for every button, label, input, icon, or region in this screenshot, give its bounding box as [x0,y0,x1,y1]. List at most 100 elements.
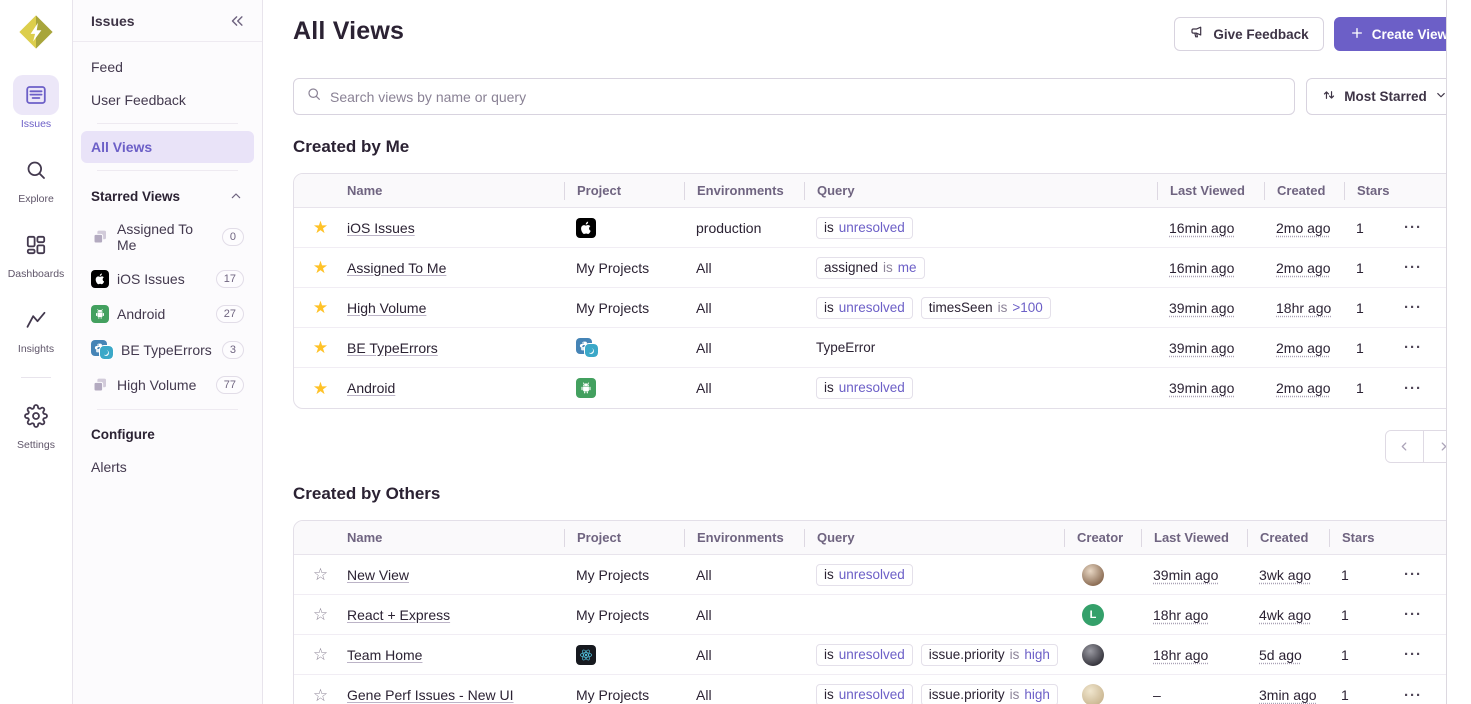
environments-cell: All [696,647,816,663]
timestamp: 16min ago [1169,260,1234,276]
timestamp: 16min ago [1169,220,1234,236]
rail-item-explore[interactable]: Explore [13,150,59,205]
sentry-logo[interactable] [17,13,55,51]
star-filled-icon[interactable]: ★ [294,219,347,236]
star-filled-icon: ★ [313,380,328,397]
view-name-link[interactable]: Assigned To Me [347,260,446,276]
project-cell: My Projects [576,687,696,703]
count-badge: 17 [216,270,244,288]
star-outline-icon[interactable]: ☆ [294,687,347,704]
environments-cell: All [696,567,816,583]
stars-count-cell: 1 [1356,220,1404,236]
row-menu-button[interactable]: ··· [1404,339,1422,356]
query-token: is [824,220,834,235]
environment-label: All [696,300,712,316]
environment-label: All [696,687,712,703]
rail-label: Dashboards [8,268,65,280]
view-name-link[interactable]: New View [347,567,409,583]
row-menu-button[interactable]: ··· [1404,687,1422,704]
star-filled-icon[interactable]: ★ [294,380,347,397]
header-buttons: Give Feedback Create View [1174,17,1463,51]
scrollbar-track[interactable] [1446,0,1471,704]
plus-icon [1349,25,1365,44]
sidebar-header: Issues [73,0,262,41]
sidebar-item-high-volume[interactable]: High Volume77 [81,368,254,402]
sidebar-item-label: All Views [91,139,244,155]
sidebar-item-android[interactable]: Android27 [81,297,254,331]
row-menu-button[interactable]: ··· [1404,219,1422,236]
give-feedback-button[interactable]: Give Feedback [1174,17,1323,51]
stars-count: 1 [1356,220,1364,236]
view-name-link[interactable]: Android [347,380,395,396]
pagination-prev-button[interactable] [1386,431,1424,462]
view-name-link[interactable]: Team Home [347,647,422,663]
column-header-stars: Stars [1329,529,1404,547]
query-token-chip: isunresolved [816,684,913,704]
view-name-link[interactable]: iOS Issues [347,220,415,236]
sidebar-item-feed[interactable]: Feed [81,51,254,83]
query-cell: isunresolved [816,564,1076,586]
starred-views-section-header[interactable]: Starred Views [81,178,254,212]
rail-item-insights[interactable]: Insights [13,300,59,355]
table-body: ☆New ViewMy ProjectsAllisunresolved39min… [294,555,1462,704]
query-token: is [824,647,834,662]
search-input[interactable] [330,89,1282,105]
query-token: me [898,260,917,275]
timestamp: 39min ago [1169,340,1234,356]
query-token: high [1024,687,1050,702]
query-token: TypeError [816,340,875,355]
query-token: is [998,300,1008,315]
view-name-link[interactable]: High Volume [347,300,426,316]
row-menu-button[interactable]: ··· [1404,606,1422,623]
last-viewed-cell: 16min ago [1169,260,1276,276]
star-outline-icon[interactable]: ☆ [294,566,347,583]
timestamp: 18hr ago [1153,607,1208,623]
star-filled-icon: ★ [313,219,328,236]
row-menu-button[interactable]: ··· [1404,299,1422,316]
collapse-sidebar-icon[interactable] [228,12,246,30]
issues-icon [13,75,59,115]
create-view-button[interactable]: Create View [1334,17,1463,51]
query-text: TypeError [816,340,875,355]
sidebar-item-label: Feed [91,59,244,75]
settings-icon [13,396,59,436]
view-name-link[interactable]: React + Express [347,607,450,623]
timestamp: 2mo ago [1276,380,1330,396]
project-label: My Projects [576,687,649,703]
sidebar-item-alerts[interactable]: Alerts [81,451,254,483]
sidebar-item-be-typeerrors[interactable]: BE TypeErrors3 [81,332,254,367]
view-name-link[interactable]: BE TypeErrors [347,340,438,356]
timestamp: 4wk ago [1259,607,1311,623]
star-filled-icon[interactable]: ★ [294,299,347,316]
stars-count: 1 [1356,340,1364,356]
star-filled-icon[interactable]: ★ [294,339,347,356]
sort-dropdown[interactable]: Most Starred [1306,78,1463,115]
table-row: ☆Team HomeAllisunresolvedissue.priorityi… [294,635,1462,675]
rail-item-issues[interactable]: Issues [13,75,59,130]
sort-label: Most Starred [1344,89,1427,104]
rail-item-dashboards[interactable]: Dashboards [8,225,65,280]
star-outline-icon[interactable]: ☆ [294,646,347,663]
sidebar-item-user-feedback[interactable]: User Feedback [81,84,254,116]
row-menu-button[interactable]: ··· [1404,259,1422,276]
sidebar-item-ios-issues[interactable]: iOS Issues17 [81,262,254,296]
search-box [293,78,1295,115]
row-menu-cell: ··· [1404,219,1439,236]
row-menu-button[interactable]: ··· [1404,566,1422,583]
row-menu-button[interactable]: ··· [1404,646,1422,663]
stars-count: 1 [1356,300,1364,316]
sidebar-item-all-views[interactable]: All Views [81,131,254,163]
sidebar-item-assigned-to-me[interactable]: Assigned To Me0 [81,213,254,261]
python-pair-icon [576,338,598,357]
star-filled-icon[interactable]: ★ [294,259,347,276]
view-name-link[interactable]: Gene Perf Issues - New UI [347,687,514,703]
nav-rail: Issues Explore Dashboards Insights Settings [0,0,73,704]
query-cell: TypeError [816,340,1169,355]
snake-icon [100,346,113,359]
row-menu-button[interactable]: ··· [1404,380,1422,397]
chevron-up-icon[interactable] [228,188,244,204]
snake-icon [585,344,598,357]
rail-item-settings[interactable]: Settings [13,396,59,451]
star-outline-icon[interactable]: ☆ [294,606,347,623]
query-token-chip: assignedisme [816,257,925,279]
